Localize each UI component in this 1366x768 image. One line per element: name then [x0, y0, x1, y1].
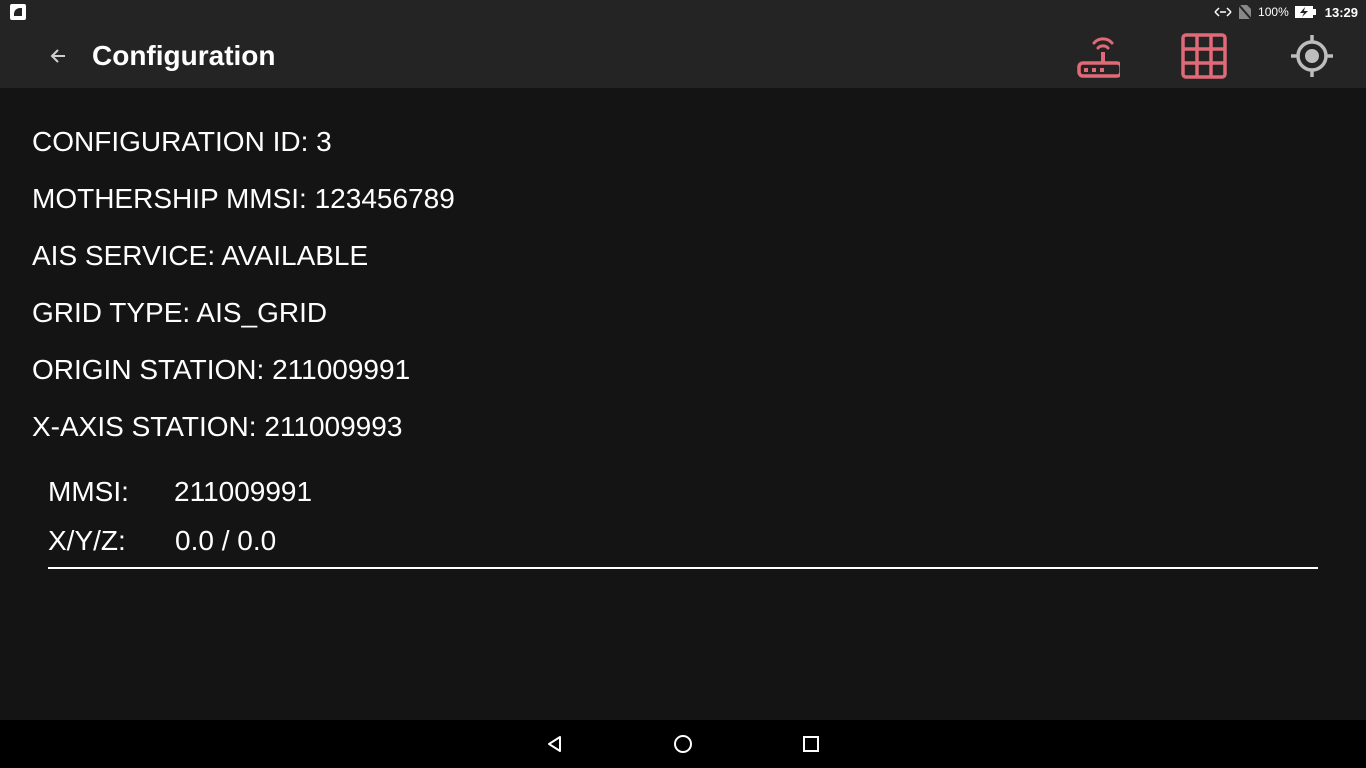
back-button[interactable] — [38, 36, 78, 76]
mothership-mmsi: MOTHERSHIP MMSI: 123456789 — [32, 183, 455, 214]
status-indicators: 100% 13:29 — [1214, 0, 1358, 24]
router-icon — [1077, 37, 1120, 78]
arrow-back-icon — [50, 49, 65, 63]
origin-station: ORIGIN STATION: 211009991 — [32, 354, 411, 385]
ais-service: AIS SERVICE: AVAILABLE — [32, 240, 369, 271]
nav-back-button[interactable] — [535, 724, 575, 764]
battery-percent: 100% — [1258, 5, 1289, 19]
station-xyz-value: 0.0 / 0.0 — [175, 525, 277, 556]
nav-back-icon — [548, 736, 561, 752]
grid-icon — [1181, 33, 1227, 79]
grid-button[interactable] — [1176, 28, 1232, 84]
nav-recents-button[interactable] — [791, 724, 831, 764]
app-bar: Configuration — [0, 24, 1366, 88]
page-title: Configuration — [92, 40, 276, 71]
data-transfer-icon — [1214, 5, 1232, 19]
nav-recents-icon — [803, 736, 819, 752]
configuration-id: CONFIGURATION ID: 3 — [32, 126, 332, 157]
station-xyz-label: X/Y/Z: — [48, 525, 126, 556]
status-bar: 100% 13:29 — [0, 0, 1366, 24]
router-button[interactable] — [1068, 28, 1124, 84]
battery-charging-icon — [1294, 5, 1319, 19]
nav-home-button[interactable] — [663, 724, 703, 764]
locate-button[interactable] — [1284, 28, 1340, 84]
configuration-content: CONFIGURATION ID: 3 MOTHERSHIP MMSI: 123… — [0, 88, 1366, 720]
notification-icon — [10, 4, 26, 20]
x-axis-station: X-AXIS STATION: 211009993 — [32, 411, 403, 442]
station-mmsi-label: MMSI: — [48, 476, 129, 507]
gps-fixed-icon — [1291, 35, 1333, 77]
grid-type: GRID TYPE: AIS_GRID — [32, 297, 328, 328]
clock: 13:29 — [1324, 4, 1358, 20]
station-divider — [48, 567, 1318, 569]
no-sim-icon — [1238, 4, 1253, 20]
station-mmsi-value: 211009991 — [174, 476, 313, 507]
nav-home-icon — [674, 735, 692, 753]
navigation-bar — [0, 720, 1366, 768]
